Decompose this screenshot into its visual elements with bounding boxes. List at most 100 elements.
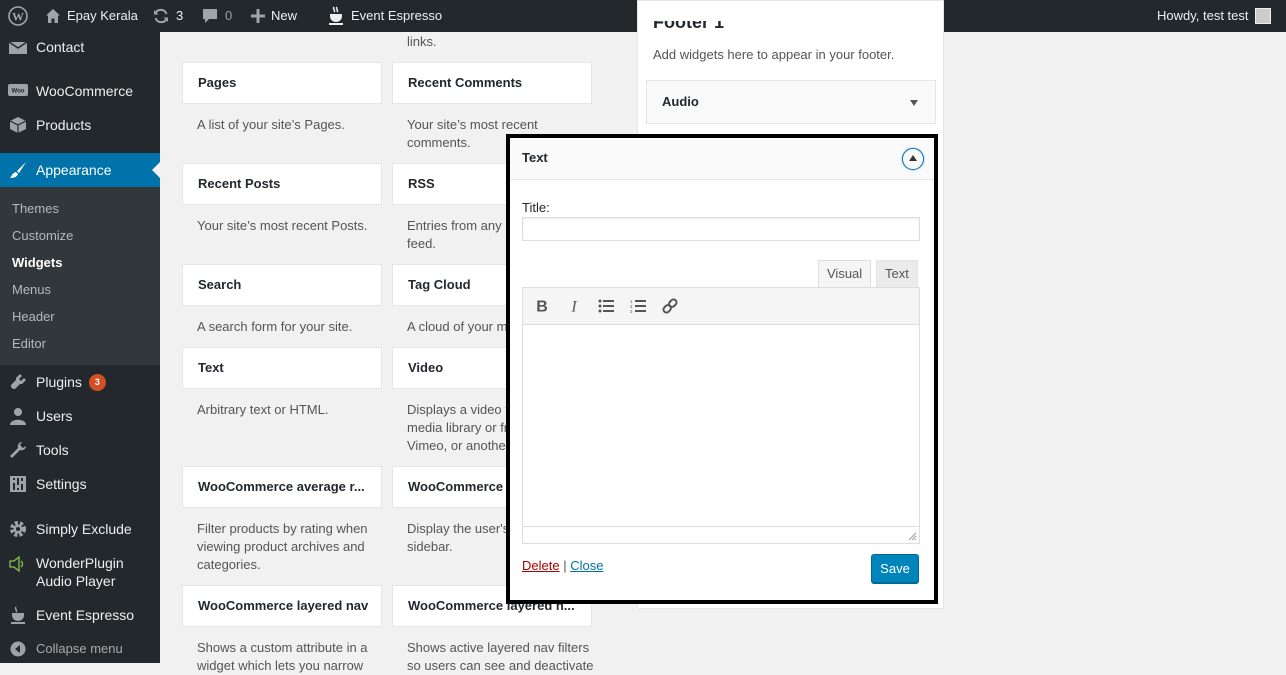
menu-event-espresso-label: Event Espresso [36, 607, 135, 623]
menu-appearance[interactable]: Appearance [0, 153, 160, 187]
collapse-widget-icon[interactable] [902, 148, 924, 170]
settings-sliders-icon [8, 474, 28, 494]
archive-icon [8, 115, 28, 135]
my-account-link[interactable]: Howdy, test test [1157, 0, 1271, 32]
tab-text[interactable]: Text [876, 260, 918, 288]
widget-control-actions: Delete | Close [522, 558, 603, 573]
text-widget-editor: Text Title: Visual Text B I 123 Delete |… [506, 134, 938, 604]
widget-audio-in-footer[interactable]: Audio [646, 80, 936, 124]
delete-link[interactable]: Delete [522, 558, 560, 573]
menu-contact-label: Contact [36, 39, 85, 55]
menu-settings-label: Settings [36, 476, 87, 492]
menu-plugins[interactable]: Plugins 3 [0, 365, 160, 399]
submenu-editor[interactable]: Editor [12, 336, 46, 351]
menu-event-espresso[interactable]: Event Espresso [0, 598, 160, 632]
editor-content-area[interactable] [523, 325, 919, 527]
widget-woocommerce-average-rating-desc: Filter products by rating when viewing pr… [197, 521, 368, 572]
new-content-link[interactable]: New [251, 0, 297, 32]
title-input[interactable] [522, 217, 920, 241]
widget-search[interactable]: Search [182, 264, 382, 306]
menu-wonderplugin-audio[interactable]: WonderPlugin Audio Player [0, 547, 160, 599]
widget-pages-desc: A list of your site’s Pages. [197, 117, 345, 132]
audio-widget-title: Audio [662, 94, 699, 109]
submenu-widgets[interactable]: Widgets [12, 255, 62, 270]
bulleted-list-icon[interactable] [595, 295, 617, 317]
collapse-arrow-icon [8, 639, 28, 659]
gear-icon [8, 519, 28, 539]
new-label: New [271, 8, 298, 23]
text-widget-title: Text [522, 150, 548, 165]
menu-simply-exclude[interactable]: Simply Exclude [0, 512, 160, 546]
user-icon [8, 406, 28, 426]
svg-text:B: B [536, 299, 548, 315]
widget-recent-comments[interactable]: Recent Comments [392, 62, 592, 104]
save-button[interactable]: Save [871, 554, 919, 583]
greeting: Howdy, test test [1157, 8, 1249, 23]
resize-handle-icon[interactable] [907, 531, 917, 541]
speaker-icon [8, 554, 28, 574]
woocommerce-icon: Woo [8, 81, 28, 101]
submenu-customize[interactable]: Customize [12, 228, 73, 243]
editor-toolbar: B I 123 [523, 288, 919, 325]
italic-icon[interactable]: I [563, 295, 585, 317]
paintbrush-icon [8, 160, 28, 180]
plugin-icon [8, 372, 28, 392]
updates-count: 3 [176, 8, 184, 23]
site-name-link[interactable]: Epay Kerala [45, 0, 138, 32]
coffee-cup-icon [329, 6, 343, 25]
text-widget-header[interactable]: Text [510, 138, 934, 180]
text-editor: B I 123 [522, 287, 920, 544]
submenu-themes[interactable]: Themes [12, 201, 59, 216]
event-espresso-link[interactable]: Event Espresso [327, 0, 442, 32]
widget-desc-fragment: links. [407, 34, 437, 49]
appearance-submenu: Themes Customize Widgets Menus Header Ed… [0, 187, 160, 365]
widget-woocommerce-layered-nav-filters-desc: Shows active layered nav filters so users… [407, 640, 594, 673]
expand-arrow-icon[interactable] [910, 100, 918, 106]
widget-search-desc: A search form for your site. [197, 319, 353, 334]
menu-users-label: Users [36, 408, 73, 424]
footer-sidebar-description: Add widgets here to appear in your foote… [653, 47, 895, 62]
collapse-menu-button[interactable]: Collapse menu [0, 632, 160, 666]
menu-wonderplugin-label: WonderPlugin Audio Player [36, 555, 124, 589]
widget-pages[interactable]: Pages [182, 62, 382, 104]
svg-text:I: I [570, 299, 577, 315]
title-label: Title: [522, 200, 550, 215]
menu-users[interactable]: Users [0, 399, 160, 433]
widget-text-desc: Arbitrary text or HTML. [197, 402, 329, 417]
link-icon[interactable] [659, 295, 681, 317]
updates-link[interactable]: 3 [152, 0, 183, 32]
menu-settings[interactable]: Settings [0, 467, 160, 501]
menu-products-label: Products [36, 117, 92, 133]
widget-woocommerce-layered-nav[interactable]: WooCommerce layered nav [182, 585, 382, 627]
widget-woocommerce-average-rating[interactable]: WooCommerce average r... [182, 466, 382, 508]
submenu-header[interactable]: Header [12, 309, 55, 324]
action-separator: | [563, 558, 567, 573]
svg-text:Woo: Woo [12, 89, 25, 95]
site-name: Epay Kerala [67, 8, 138, 23]
coffee-cup-icon [8, 605, 28, 625]
menu-plugins-label: Plugins 3 [36, 373, 106, 392]
menu-products[interactable]: Products [0, 108, 160, 142]
menu-appearance-label: Appearance [36, 162, 112, 178]
menu-woocommerce-label: WooCommerce [36, 83, 133, 99]
wrench-icon [8, 440, 28, 460]
bold-icon[interactable]: B [531, 295, 553, 317]
menu-woocommerce[interactable]: Woo WooCommerce [0, 74, 160, 108]
tab-visual[interactable]: Visual [818, 260, 872, 288]
comments-link[interactable]: 0 [201, 0, 232, 32]
menu-contact[interactable]: Contact [0, 30, 160, 64]
plus-icon [251, 9, 265, 23]
menu-simply-exclude-label: Simply Exclude [36, 521, 132, 537]
numbered-list-icon[interactable]: 123 [627, 295, 649, 317]
close-link[interactable]: Close [570, 558, 603, 573]
widget-recent-posts[interactable]: Recent Posts [182, 163, 382, 205]
svg-text:3: 3 [630, 309, 633, 313]
avatar [1254, 8, 1271, 24]
menu-tools[interactable]: Tools [0, 433, 160, 467]
wordpress-icon: W [8, 6, 28, 26]
submenu-menus[interactable]: Menus [12, 282, 51, 297]
comments-icon [203, 9, 217, 23]
widget-text[interactable]: Text [182, 347, 382, 389]
wordpress-logo-button[interactable]: W [8, 0, 28, 32]
widget-woocommerce-layered-nav-desc: Shows a custom attribute in a widget whic… [197, 640, 368, 673]
